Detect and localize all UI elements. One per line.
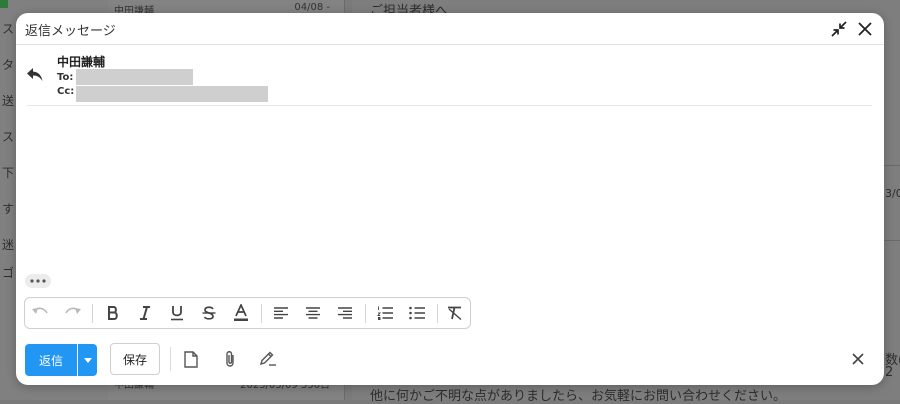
footer-divider	[170, 347, 171, 371]
align-center-icon	[306, 307, 320, 319]
bullet-list-icon	[409, 306, 425, 320]
bullet-list-button[interactable]	[405, 302, 429, 324]
dialog-header: 返信メッセージ	[16, 13, 884, 45]
template-button[interactable]	[179, 347, 203, 371]
cc-recipient-field[interactable]	[76, 86, 268, 102]
reply-icon	[27, 68, 43, 81]
caret-down-icon	[83, 357, 92, 363]
toolbar-divider	[437, 304, 438, 323]
paperclip-icon	[226, 351, 234, 367]
redo-icon	[65, 307, 81, 314]
background-divider	[884, 240, 900, 241]
redo-button[interactable]	[61, 302, 85, 324]
background-fragment: 3/09	[885, 187, 900, 200]
undo-button[interactable]	[28, 302, 52, 324]
minimize-icon	[831, 21, 847, 37]
clear-format-button[interactable]	[443, 302, 467, 324]
align-right-icon	[338, 307, 352, 319]
toolbar-divider	[365, 304, 366, 323]
sender-name: 中田謙輔	[57, 55, 106, 69]
align-left-button[interactable]	[269, 302, 293, 324]
message-body-editor[interactable]	[27, 108, 872, 268]
underline-icon	[171, 306, 183, 321]
formatting-toolbar	[24, 297, 471, 329]
bold-button[interactable]	[101, 302, 125, 324]
close-dialog-button[interactable]	[854, 18, 876, 40]
cc-label: Cc:	[57, 86, 75, 97]
ordered-list-button[interactable]	[373, 302, 397, 324]
document-icon	[184, 350, 198, 368]
signature-button[interactable]	[256, 347, 280, 371]
align-center-button[interactable]	[301, 302, 325, 324]
align-left-icon	[274, 307, 288, 319]
font-color-icon	[234, 304, 248, 321]
italic-button[interactable]	[133, 302, 157, 324]
toolbar-divider	[92, 304, 93, 323]
pen-icon	[259, 351, 276, 366]
reply-dialog: 返信メッセージ 中田謙輔 To: Cc: 返信 保存	[16, 13, 884, 385]
more-dots-icon	[30, 279, 46, 283]
to-label: To:	[57, 72, 74, 83]
italic-icon	[140, 306, 150, 320]
send-options-dropdown[interactable]	[78, 344, 97, 376]
background-fragment: 2	[885, 365, 894, 380]
strikethrough-icon	[202, 306, 216, 320]
close-icon	[852, 353, 864, 365]
show-more-button[interactable]	[25, 274, 51, 288]
bold-icon	[108, 306, 118, 320]
attach-file-button[interactable]	[218, 347, 242, 371]
background-preview-line: 他に何かご不明な点がありましたら、お気軽にお問い合わせください。	[370, 389, 787, 404]
to-recipient-field[interactable]	[76, 69, 193, 85]
clear-format-icon	[448, 306, 462, 320]
align-right-button[interactable]	[333, 302, 357, 324]
close-icon	[858, 22, 872, 36]
font-color-button[interactable]	[229, 302, 253, 324]
minimize-button[interactable]	[828, 18, 850, 40]
ordered-list-icon	[377, 306, 393, 320]
strikethrough-button[interactable]	[197, 302, 221, 324]
save-draft-button[interactable]: 保存	[110, 343, 160, 375]
underline-button[interactable]	[165, 302, 189, 324]
dialog-title: 返信メッセージ	[25, 24, 116, 39]
background-list-date: 04/08 -	[294, 2, 330, 13]
background-app-icon	[0, 0, 8, 8]
discard-draft-button[interactable]	[846, 347, 870, 371]
header-divider	[27, 105, 872, 106]
send-reply-button[interactable]: 返信	[25, 344, 77, 376]
background-divider	[884, 165, 900, 166]
undo-icon	[32, 307, 48, 314]
toolbar-divider	[261, 304, 262, 323]
